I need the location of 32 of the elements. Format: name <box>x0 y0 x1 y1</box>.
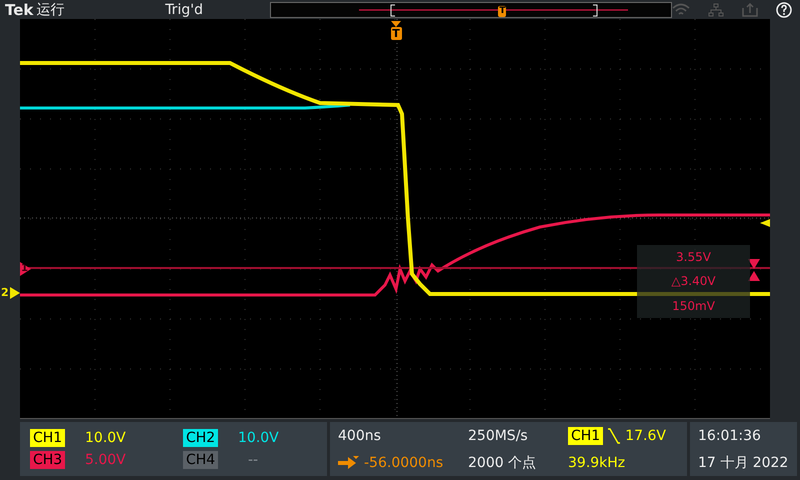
channel-badge[interactable]: CH2 <box>183 429 218 447</box>
channel-marker-icon[interactable] <box>10 287 20 299</box>
wifi-icon <box>672 3 690 16</box>
run-state[interactable]: 运行 <box>36 0 166 18</box>
help-icon[interactable] <box>776 2 792 18</box>
trigger-status: Trig'd <box>165 2 204 18</box>
cursor-lower-value: 150mV <box>672 298 715 313</box>
brand-logo: Tek <box>5 0 34 18</box>
export-icon <box>742 2 758 16</box>
channel-badge[interactable]: CH3 <box>30 451 66 469</box>
trigger-frequency: 39.9kHz <box>568 454 626 470</box>
channel-scale: 10.0V <box>238 430 280 446</box>
trigger-level: 17.6V <box>625 428 666 444</box>
channel-scale: 5.00V <box>85 452 127 468</box>
horizontal-position: -56.0000ns <box>364 454 444 470</box>
sample-rate: 250MS/s <box>468 428 529 444</box>
channel-scale: 10.0V <box>85 430 127 446</box>
channel-badge[interactable]: CH1 <box>30 429 66 447</box>
record-overview[interactable]: T <box>270 2 672 18</box>
channel-scale: -- <box>247 452 260 468</box>
trigger-position-marker: T <box>498 6 506 16</box>
record-length: 2000 个点 <box>468 454 538 472</box>
time-scale: 400ns <box>338 428 382 444</box>
cursor-delta-value: △3.40V <box>671 274 716 288</box>
clock-time: 16:01:36 <box>698 428 762 444</box>
trigger-source: CH1 <box>568 426 604 444</box>
position-arrow-icon <box>338 456 360 470</box>
falling-edge-icon <box>607 428 622 444</box>
clock-date: 17 十月 2022 <box>698 454 789 472</box>
channel-marker-label: 2 <box>1 287 9 299</box>
cursor-upper-value: 3.55V <box>676 250 711 264</box>
network-icon <box>708 2 724 16</box>
